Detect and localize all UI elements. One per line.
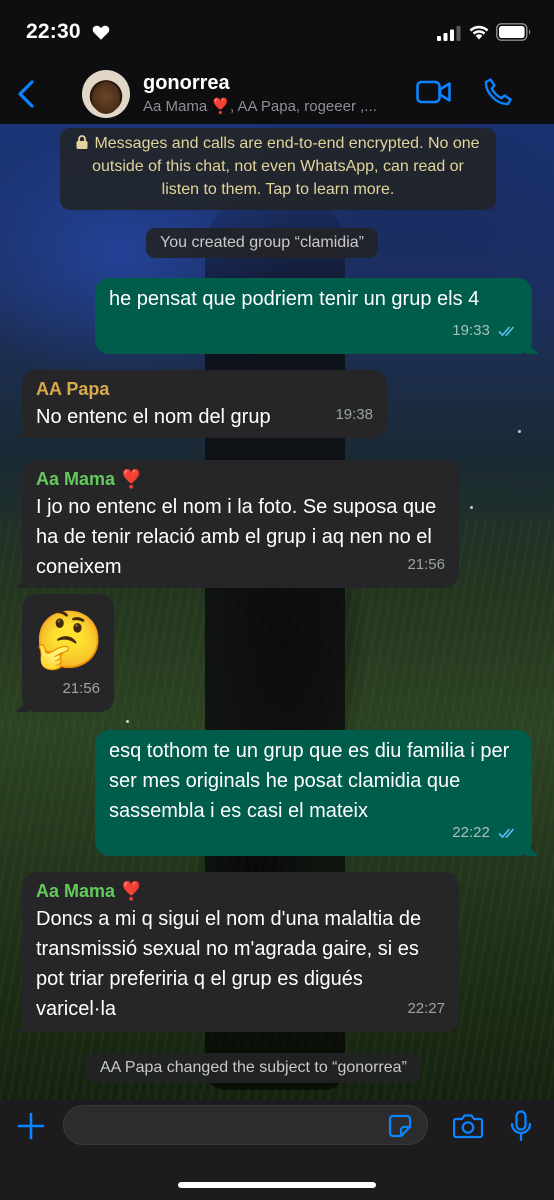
- wifi-icon: [469, 25, 489, 40]
- message-text: Doncs a mi q sigui el nom d'una malaltia…: [36, 908, 422, 1020]
- battery-icon: [496, 23, 531, 41]
- message-list[interactable]: Messages and calls are end-to-end encryp…: [0, 124, 554, 1100]
- message-time: 21:56: [407, 556, 445, 573]
- back-icon[interactable]: [16, 80, 38, 108]
- plus-icon[interactable]: [17, 1112, 45, 1140]
- group-members[interactable]: Aa Mama ❣️, AA Papa, rogeeer ,...: [143, 97, 403, 115]
- message-bubble-outgoing[interactable]: esq tothom te un grup que es diu familia…: [95, 730, 539, 856]
- camera-icon[interactable]: [453, 1113, 483, 1139]
- thinking-emoji: 🤔: [34, 608, 104, 673]
- group-avatar[interactable]: [82, 70, 130, 118]
- message-bubble-incoming[interactable]: Aa Mama ❣️ I jo no entenc el nom i la fo…: [15, 460, 459, 588]
- message-time: 19:33: [452, 322, 490, 339]
- input-bar: [0, 1100, 554, 1200]
- encryption-notice[interactable]: Messages and calls are end-to-end encryp…: [60, 128, 496, 210]
- message-time: 21:56: [62, 680, 100, 697]
- message-bubble-incoming[interactable]: Aa Mama ❣️ Doncs a mi q sigui el nom d'u…: [15, 872, 459, 1032]
- bubble-tail: [15, 700, 29, 712]
- message-text: No entenc el nom del grup: [36, 406, 271, 428]
- mic-icon[interactable]: [510, 1110, 532, 1142]
- phone-call-icon[interactable]: [483, 77, 513, 107]
- lock-icon: [76, 135, 88, 149]
- message-sender[interactable]: AA Papa: [36, 376, 373, 402]
- system-event-subject-changed: AA Papa changed the subject to “gonorrea…: [86, 1053, 421, 1083]
- bubble-tail: [15, 576, 29, 588]
- message-bubble-outgoing[interactable]: he pensat que podriem tenir un grup els …: [95, 278, 539, 354]
- system-event-created: You created group “clamidia”: [146, 228, 378, 258]
- status-bar: 22:30: [0, 0, 554, 62]
- bubble-tail: [15, 426, 29, 438]
- video-call-icon[interactable]: [416, 80, 452, 104]
- encryption-notice-text: Messages and calls are end-to-end encryp…: [92, 135, 480, 198]
- message-meta: 22:22: [452, 818, 518, 848]
- read-ticks-icon: [498, 326, 515, 337]
- heart-icon: [92, 25, 110, 40]
- message-bubble-incoming[interactable]: 🤔 21:56: [15, 594, 114, 712]
- bubble-tail: [15, 1020, 29, 1032]
- message-sender[interactable]: Aa Mama ❣️: [36, 878, 445, 904]
- chat-header: gonorrea Aa Mama ❣️, AA Papa, rogeeer ,.…: [0, 62, 554, 124]
- read-ticks-icon: [498, 828, 515, 839]
- message-time: 22:22: [452, 824, 490, 841]
- bubble-tail: [525, 844, 539, 856]
- status-time: 22:30: [26, 20, 81, 43]
- message-sender[interactable]: Aa Mama ❣️: [36, 466, 445, 492]
- message-input[interactable]: [63, 1105, 428, 1145]
- group-name[interactable]: gonorrea: [143, 72, 230, 95]
- sticker-icon[interactable]: [388, 1114, 412, 1138]
- message-meta: 19:33: [452, 316, 518, 346]
- message-text: he pensat que podriem tenir un grup els …: [109, 288, 480, 310]
- message-text: I jo no entenc el nom i la foto. Se supo…: [36, 496, 437, 578]
- message-time: 22:27: [407, 1000, 445, 1017]
- message-text: esq tothom te un grup que es diu familia…: [109, 740, 510, 822]
- message-bubble-incoming[interactable]: AA Papa No entenc el nom del grup 19:38: [15, 370, 387, 438]
- home-indicator: [178, 1182, 376, 1188]
- bubble-tail: [525, 342, 539, 354]
- message-time: 19:38: [335, 406, 373, 423]
- signal-icon: [437, 26, 461, 41]
